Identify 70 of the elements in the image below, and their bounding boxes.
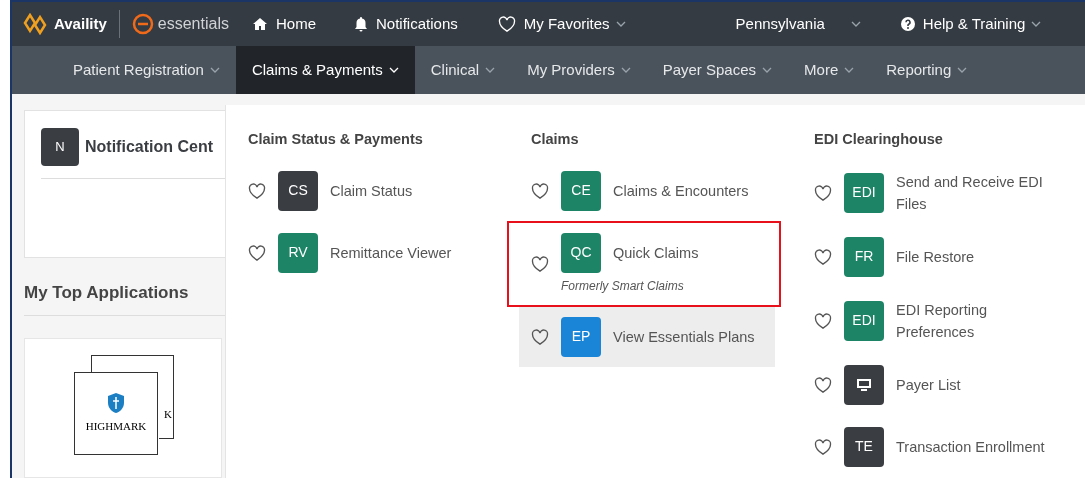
app-tile: TE: [844, 426, 884, 467]
bell-icon: [354, 16, 368, 33]
heart-icon[interactable]: [531, 328, 549, 345]
nav-tab[interactable]: Patient Registration: [57, 46, 236, 94]
logo-icon: [131, 13, 154, 36]
caret-icon: [209, 66, 220, 73]
nav-tab[interactable]: Clinical: [414, 46, 512, 94]
menu-item-label: View Essentials Plans: [613, 327, 755, 347]
heart-icon[interactable]: [814, 438, 832, 455]
menu-item-label: Quick Claims: [613, 243, 699, 263]
menu-item[interactable]: EP View Essentials Plans: [519, 306, 775, 367]
nav-tab[interactable]: Reporting: [870, 46, 984, 94]
caret-icon: [615, 21, 626, 28]
caret-icon: [762, 66, 773, 73]
caret-icon: [850, 21, 861, 28]
heart-icon[interactable]: [531, 182, 549, 199]
help-menu[interactable]: Help & Training: [900, 12, 1042, 36]
heart-icon[interactable]: [814, 312, 832, 329]
menu-item-label: Transaction Enrollment: [896, 437, 1045, 457]
menu-item-note: Formerly Smart Claims: [561, 277, 685, 295]
logo-text: HIGHMARK: [85, 419, 147, 435]
heart-icon[interactable]: [814, 184, 832, 201]
app-tile: EDI: [844, 300, 884, 341]
menu-item-label: Remittance Viewer: [330, 243, 452, 263]
heart-icon[interactable]: [531, 255, 549, 272]
caret-icon: [388, 66, 399, 73]
app-tile: EP: [561, 316, 601, 357]
column-heading: Claim Status & Payments: [248, 130, 424, 149]
menu-item-label: Claims & Encounters: [613, 181, 749, 201]
menu-item-label: Payer List: [896, 375, 961, 395]
column-heading: Claims: [531, 130, 580, 149]
app-tile: EDI: [844, 172, 884, 213]
menu-item-label: Claim Status: [330, 181, 413, 201]
heart-icon[interactable]: [814, 376, 832, 393]
region-dropdown[interactable]: Pennsylvania: [735, 12, 861, 36]
heart-icon[interactable]: [248, 244, 266, 261]
brand-name: Availity: [54, 13, 107, 34]
logo-text: K: [164, 406, 172, 422]
column-heading: EDI Clearinghouse: [814, 130, 944, 149]
app-tile: RV: [278, 232, 318, 273]
header-link[interactable]: Notifications: [354, 12, 458, 36]
header-link[interactable]: Home: [252, 12, 316, 36]
heart-icon[interactable]: [248, 182, 266, 199]
nav-tab[interactable]: Payer Spaces: [646, 46, 789, 94]
caret-icon: [620, 66, 631, 73]
caret-icon: [485, 66, 496, 73]
home-icon: [252, 17, 268, 32]
app-tile: CE: [561, 170, 601, 211]
menu-item-label: Send and Receive EDI Files: [896, 172, 1044, 214]
shield-icon: [107, 392, 125, 415]
caret-icon: [1031, 21, 1042, 28]
payer-logo[interactable]: HIGHMARK: [74, 372, 158, 455]
notification-badge: N: [41, 127, 79, 166]
card-title: Notification Cent: [85, 136, 213, 157]
menu-item-label: EDI Reporting Preferences: [896, 300, 989, 342]
nav-tab[interactable]: More: [788, 46, 871, 94]
app-tile: QC: [561, 232, 601, 273]
product-name: essentials: [157, 14, 229, 35]
heart-icon[interactable]: [814, 248, 832, 265]
monitor-icon: [856, 377, 872, 392]
app-tile: FR: [844, 236, 884, 277]
payer-logo[interactable]: K: [159, 372, 174, 439]
header-link[interactable]: My Favorites: [497, 12, 626, 36]
nav-tab[interactable]: My Providers: [511, 46, 647, 94]
menu-item-label: File Restore: [896, 247, 975, 267]
caret-icon: [844, 66, 855, 73]
app-tile: CS: [278, 170, 318, 211]
nav-tab[interactable]: Claims & Payments: [235, 46, 415, 94]
caret-icon: [957, 66, 968, 73]
help-icon: [900, 17, 915, 32]
